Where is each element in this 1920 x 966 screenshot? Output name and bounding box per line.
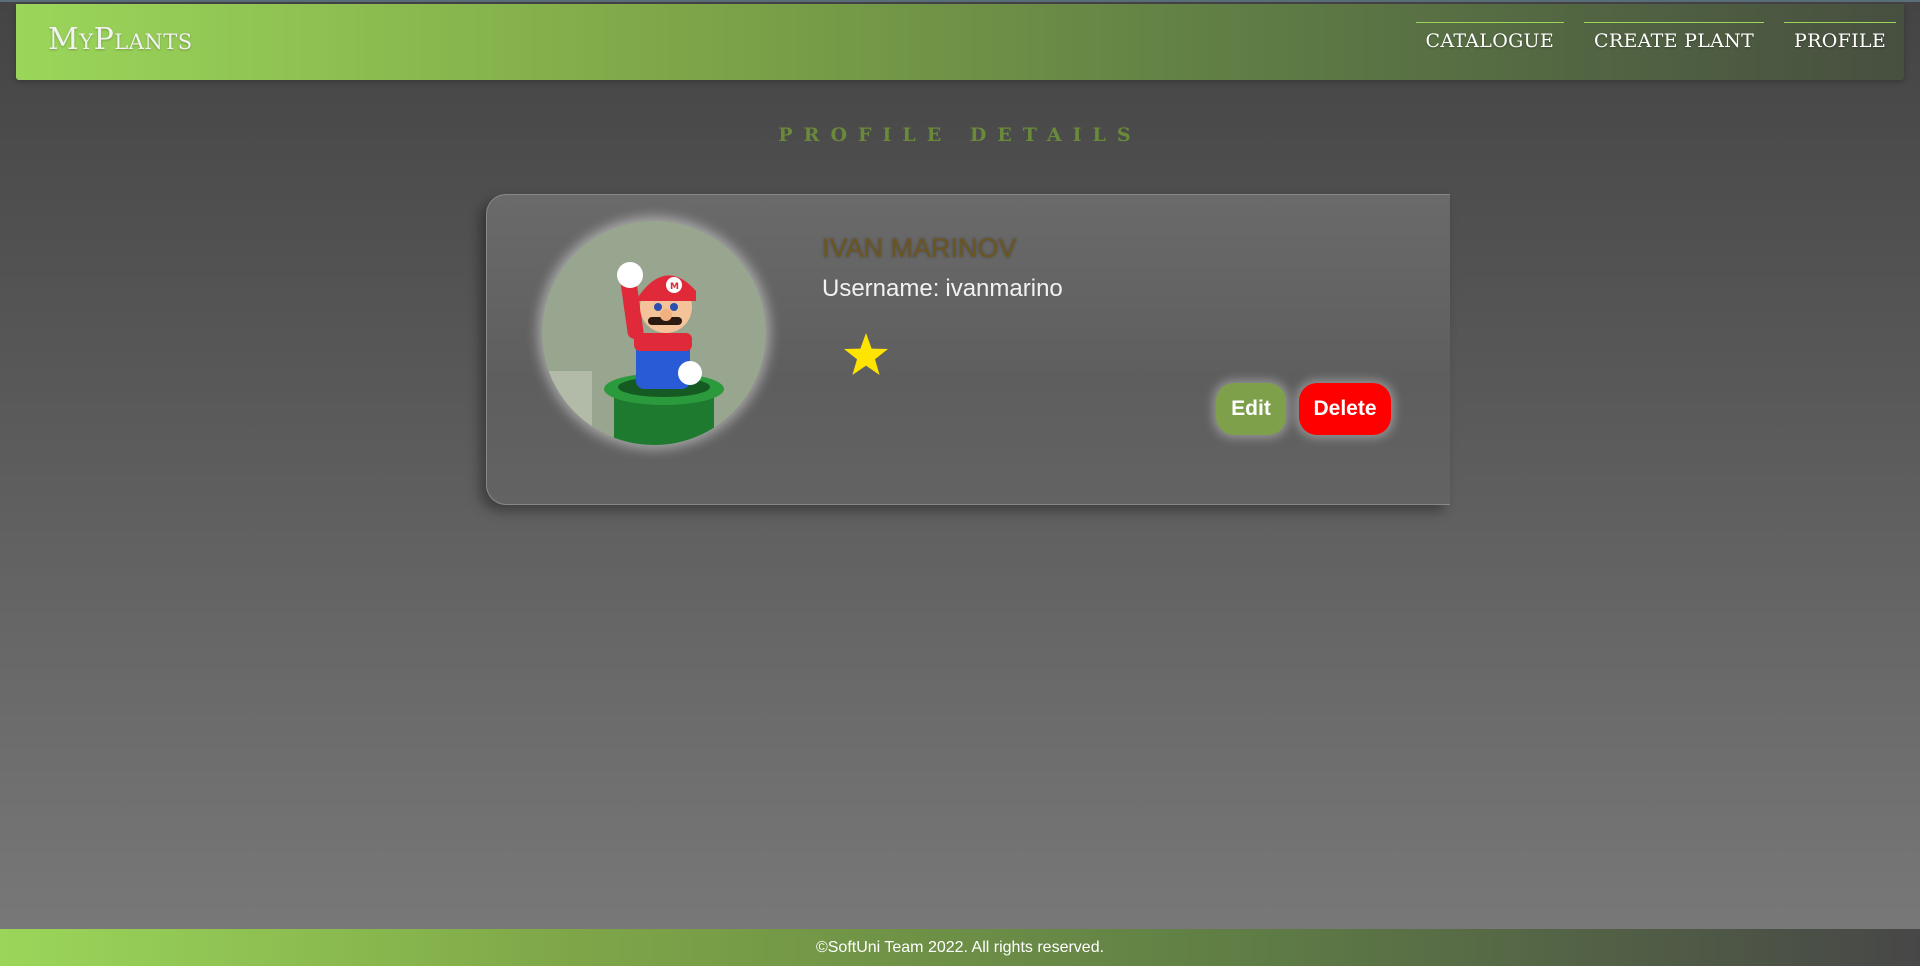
svg-text:M: M bbox=[670, 282, 679, 292]
nav-catalogue-link[interactable]: CATALOGUE bbox=[1415, 22, 1565, 56]
page-title: PROFILE DETAILS bbox=[778, 124, 1142, 146]
star-icon bbox=[844, 333, 888, 375]
username-value: ivanmarino bbox=[945, 275, 1063, 302]
avatar: M bbox=[542, 221, 766, 445]
username-row: Username: ivanmarino bbox=[822, 275, 1063, 303]
profile-full-name: IVAN MARINOV bbox=[822, 233, 1017, 263]
edit-button[interactable]: Edit bbox=[1216, 383, 1286, 435]
copyright-text: ©SoftUni Team 2022. All rights reserved. bbox=[815, 938, 1105, 956]
username-label: Username: bbox=[822, 275, 940, 302]
delete-button[interactable]: Delete bbox=[1299, 383, 1391, 435]
nav-profile-link[interactable]: PROFILE bbox=[1784, 22, 1896, 56]
profile-card: M IVAN MARINOV Username: ivanmarino Edit… bbox=[486, 194, 1450, 505]
mario-figure-icon: M bbox=[542, 221, 766, 445]
nav-create-plant-link[interactable]: CREATE PLANT bbox=[1584, 22, 1765, 56]
brand-logo[interactable]: MyPlants bbox=[48, 22, 193, 57]
main-nav: CATALOGUE CREATE PLANT PROFILE bbox=[1415, 22, 1896, 56]
page-footer: ©SoftUni Team 2022. All rights reserved. bbox=[0, 929, 1920, 966]
top-navigation-bar: MyPlants CATALOGUE CREATE PLANT PROFILE bbox=[16, 4, 1904, 80]
